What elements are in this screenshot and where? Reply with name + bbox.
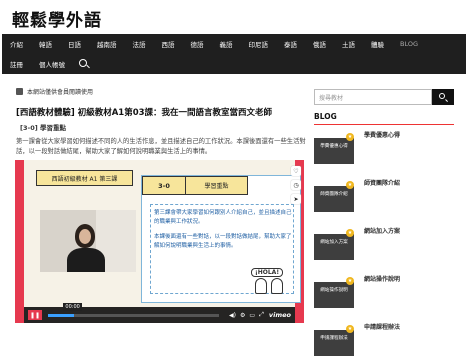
nav-row-secondary: 註冊 個人帳號 bbox=[2, 54, 89, 74]
blog-item[interactable]: 網站加入方案 ★ 網站加入方案 bbox=[314, 226, 454, 266]
blog-thumbnail[interactable]: 學費優惠心得 bbox=[314, 138, 354, 164]
blog-heading: BLOG bbox=[314, 112, 337, 121]
play-pause-button[interactable]: ❚❚ bbox=[28, 310, 42, 320]
video-player[interactable]: 西語初級教材 A1 第三課 3-0 學習重點 第三課會帶大家學習如何跟別人介紹自… bbox=[15, 160, 304, 323]
video-frame-stripe-left bbox=[15, 160, 24, 323]
blog-item[interactable]: 網站操作說明 ★ 網站操作說明 bbox=[314, 274, 454, 314]
nav-item[interactable]: 土語 bbox=[334, 39, 363, 49]
nav-item[interactable]: 韓語 bbox=[31, 39, 60, 49]
sticker-character-1 bbox=[255, 278, 267, 294]
nav-item[interactable]: 越南語 bbox=[89, 39, 125, 49]
badge-icon: ★ bbox=[346, 229, 354, 237]
post-section-tag: [3-0] 學習重點 bbox=[20, 124, 66, 132]
members-notice: 本網站僅供會員閱讀使用 bbox=[16, 87, 93, 96]
lock-icon bbox=[16, 88, 23, 95]
nav-item[interactable]: 印尼語 bbox=[241, 39, 277, 49]
lesson-badge: 西語初級教材 A1 第三課 bbox=[36, 170, 133, 186]
sticker-bubble: ¡HOLA! bbox=[251, 268, 284, 277]
main-nav: 介紹 韓語 日語 越南語 法語 西語 德語 義語 印尼語 泰語 俄語 土語 體驗 BLOG 註冊 個人帳號 bbox=[2, 34, 466, 74]
badge-icon: ★ bbox=[346, 133, 354, 141]
blog-thumbnail[interactable]: 師資團隊介紹 bbox=[314, 186, 354, 212]
settings-icon[interactable]: ⚙ bbox=[240, 312, 245, 319]
blog-item[interactable]: 師資團隊介紹 ★ 師資團隊介紹 bbox=[314, 178, 454, 218]
nav-item[interactable]: 個人帳號 bbox=[31, 59, 73, 69]
volume-icon[interactable]: ◀) bbox=[229, 312, 236, 319]
nav-item[interactable]: 法語 bbox=[125, 39, 154, 49]
pip-icon[interactable]: ▭ bbox=[249, 312, 255, 319]
time-label: 00:00 bbox=[63, 302, 82, 311]
blog-item-label[interactable]: 學費優惠心得 bbox=[364, 130, 400, 139]
blog-thumbnail[interactable]: 網站操作說明 bbox=[314, 282, 354, 308]
nav-item[interactable]: 俄語 bbox=[305, 39, 334, 49]
nav-row-primary: 介紹 韓語 日語 越南語 法語 西語 德語 義語 印尼語 泰語 俄語 土語 體驗 BLOG bbox=[2, 34, 426, 54]
blog-item-label[interactable]: 申請課程辦法 bbox=[364, 322, 400, 331]
post-title: [西語教材體驗] 初級教材A1第03課：我在一間語言教室當西文老師 bbox=[16, 108, 273, 118]
notice-text: 本網站僅供會員閱讀使用 bbox=[27, 89, 94, 96]
nav-item[interactable]: 義語 bbox=[212, 39, 241, 49]
video-controls: ❚❚ 00:00 ◀) ⚙ ▭ ⤢ vimeo bbox=[24, 302, 295, 323]
blog-item[interactable]: 學費優惠心得 ★ 學費優惠心得 bbox=[314, 130, 454, 170]
blog-thumbnail[interactable]: 網站加入方案 bbox=[314, 234, 354, 260]
nav-item[interactable]: 日語 bbox=[60, 39, 89, 49]
nav-item[interactable]: BLOG bbox=[392, 40, 426, 48]
blog-item-label[interactable]: 網站操作說明 bbox=[364, 274, 400, 283]
site-title[interactable]: 輕鬆學外語 bbox=[12, 6, 102, 31]
teacher-webcam bbox=[40, 210, 136, 272]
sidebar-search-button[interactable] bbox=[432, 89, 454, 105]
slide-paragraph-2: 本課後面還有一些對話，以一段對話做結尾，幫助大家了解如何說明職業與生活上的事情。 bbox=[154, 234, 292, 249]
nav-item[interactable]: 體驗 bbox=[363, 39, 392, 49]
progress-fill bbox=[48, 313, 74, 317]
blog-item-label[interactable]: 師資團隊介紹 bbox=[364, 178, 400, 187]
hola-sticker: ¡HOLA! bbox=[251, 268, 293, 294]
search-icon[interactable] bbox=[79, 59, 89, 69]
nav-item[interactable]: 介紹 bbox=[2, 39, 31, 49]
heart-icon[interactable]: ♡ bbox=[291, 166, 301, 176]
sticker-character-2 bbox=[271, 278, 283, 294]
post-intro: 第一課會從大家學習如何描述不同的人的生活作息，並且描述自己的工作狀況。本課後面還… bbox=[16, 138, 306, 155]
blog-heading-rule bbox=[314, 124, 454, 125]
blog-item[interactable]: 申請課程辦法 ★ 申請課程辦法 bbox=[314, 322, 454, 358]
nav-item[interactable]: 註冊 bbox=[2, 59, 31, 69]
badge-icon: ★ bbox=[346, 325, 354, 333]
nav-item[interactable]: 西語 bbox=[154, 39, 183, 49]
nav-item[interactable]: 德語 bbox=[183, 39, 212, 49]
share-icon[interactable]: ➤ bbox=[291, 194, 301, 204]
nav-item[interactable]: 泰語 bbox=[276, 39, 305, 49]
vimeo-logo[interactable]: vimeo bbox=[269, 311, 291, 319]
slide-number: 3-0 bbox=[142, 176, 186, 195]
progress-bar[interactable]: 00:00 bbox=[48, 302, 220, 317]
video-side-buttons: ♡ ◷ ➤ bbox=[291, 166, 301, 208]
clock-icon[interactable]: ◷ bbox=[291, 180, 301, 190]
slide-paragraph-1: 第三課會帶大家學習如何跟別人介紹自己，並且描述自己的職業與工作狀況。 bbox=[154, 210, 292, 225]
slide-topic: 學習重點 bbox=[186, 176, 248, 195]
fullscreen-icon[interactable]: ⤢ bbox=[259, 311, 264, 319]
sidebar-search-input[interactable]: 搜尋教材 bbox=[314, 89, 432, 105]
video-frame: 西語初級教材 A1 第三課 3-0 學習重點 第三課會帶大家學習如何跟別人介紹自… bbox=[24, 160, 301, 323]
blog-thumbnail[interactable]: 申請課程辦法 bbox=[314, 330, 354, 356]
badge-icon: ★ bbox=[346, 181, 354, 189]
badge-icon: ★ bbox=[346, 277, 354, 285]
lesson-slide: 3-0 學習重點 第三課會帶大家學習如何跟別人介紹自己，並且描述自己的職業與工作… bbox=[141, 175, 301, 303]
search-icon bbox=[439, 93, 445, 99]
blog-item-label[interactable]: 網站加入方案 bbox=[364, 226, 400, 235]
